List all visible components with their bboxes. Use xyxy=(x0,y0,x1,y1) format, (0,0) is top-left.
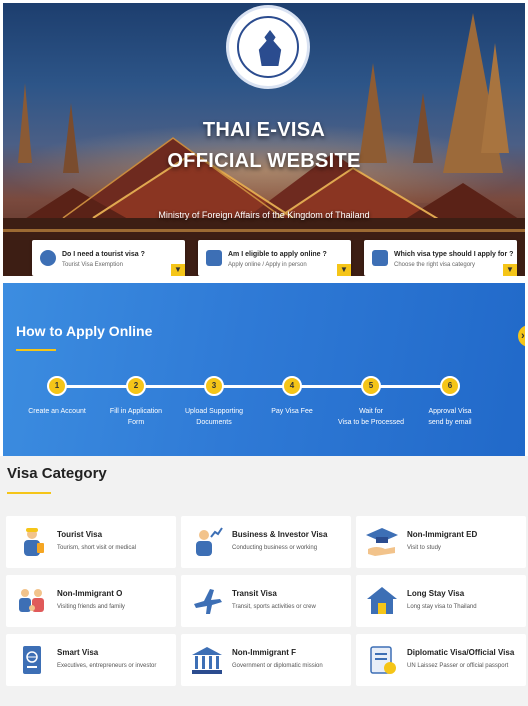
visa-name: Transit Visa xyxy=(232,589,277,598)
question-card-subtitle: Choose the right visa category xyxy=(394,262,476,268)
step-6-number: 6 xyxy=(440,376,460,396)
visa-name: Non-Immigrant O xyxy=(57,589,123,598)
hero-title-line2: OFFICIAL WEBSITE xyxy=(167,150,361,172)
question-card-visa-type[interactable]: Which visa type should I apply for ? Cho… xyxy=(364,240,517,276)
document-icon xyxy=(372,250,388,266)
visa-card-non-immigrant-f[interactable]: Non-Immigrant F Government or diplomatic… xyxy=(181,634,351,686)
visa-description: Visit to study xyxy=(407,545,441,551)
how-to-apply-section: How to Apply Online › 1 2 3 4 5 6 Create… xyxy=(3,283,525,456)
visa-description: Government or diplomatic mission xyxy=(232,663,323,669)
title-underline xyxy=(16,349,56,351)
visa-category-section: Visa Category Tourist Visa Tourism, shor… xyxy=(0,456,528,706)
hero-subtitle: Ministry of Foreign Affairs of the Kingd… xyxy=(158,210,370,220)
visa-name: Non-Immigrant ED xyxy=(407,530,478,539)
step-4-number: 4 xyxy=(282,376,302,396)
chevron-right-icon[interactable]: › xyxy=(518,325,525,347)
steps-connector-line xyxy=(58,385,453,388)
visa-description: Transit, sports activities or crew xyxy=(232,604,316,610)
visa-category-title: Visa Category xyxy=(7,465,107,482)
visa-card-non-immigrant-ed[interactable]: Non-Immigrant ED Visit to study xyxy=(356,516,526,568)
question-card-title: Which visa type should I apply for ? xyxy=(394,251,514,258)
visa-card-transit[interactable]: Transit Visa Transit, sports activities … xyxy=(181,575,351,627)
visa-name: Diplomatic Visa/Official Visa xyxy=(407,648,515,657)
question-card-eligibility[interactable]: Am I eligible to apply online ? Apply on… xyxy=(198,240,351,276)
business-icon xyxy=(196,527,223,556)
hero-title-line1: THAI E-VISA xyxy=(202,119,326,141)
question-card-subtitle: Apply online / Apply in person xyxy=(228,262,307,268)
question-card-tourist-visa[interactable]: Do I need a tourist visa ? Tourist Visa … xyxy=(32,240,185,276)
house-icon xyxy=(367,587,397,614)
visa-name: Tourist Visa xyxy=(57,530,103,539)
visa-description: Long stay visa to Thailand xyxy=(407,604,477,610)
chevron-down-icon[interactable]: ▼ xyxy=(503,264,517,276)
chevron-down-icon[interactable]: ▼ xyxy=(337,264,351,276)
visa-card-non-immigrant-o[interactable]: Non-Immigrant O Visiting friends and fam… xyxy=(6,575,176,627)
family-icon xyxy=(19,589,44,612)
question-card-subtitle: Tourist Visa Exemption xyxy=(62,262,123,268)
government-building-icon xyxy=(192,647,222,674)
tourist-icon xyxy=(24,528,44,556)
page: THAI E-VISA OFFICIAL WEBSITE Ministry of… xyxy=(0,0,528,706)
monitor-icon xyxy=(206,250,222,266)
step-2-number: 2 xyxy=(126,376,146,396)
title-underline xyxy=(7,492,51,494)
visa-card-smart[interactable]: Smart Visa Executives, entrepreneurs or … xyxy=(6,634,176,686)
visa-name: Non-Immigrant F xyxy=(232,648,296,657)
visa-name: Business & Investor Visa xyxy=(232,530,328,539)
visa-card-long-stay[interactable]: Long Stay Visa Long stay visa to Thailan… xyxy=(356,575,526,627)
visa-name: Long Stay Visa xyxy=(407,589,465,598)
visa-description: UN Laissez Passer or official passport xyxy=(407,663,509,669)
chevron-down-icon[interactable]: ▼ xyxy=(171,264,185,276)
visa-description: Visiting friends and family xyxy=(57,604,125,610)
visa-card-diplomatic-official[interactable]: Diplomatic Visa/Official Visa UN Laissez… xyxy=(356,634,526,686)
question-card-title: Am I eligible to apply online ? xyxy=(228,251,327,258)
visa-card-tourist[interactable]: Tourist Visa Tourism, short visit or med… xyxy=(6,516,176,568)
smart-passport-icon xyxy=(23,646,41,674)
graduation-cap-icon xyxy=(366,528,398,556)
step-1-number: 1 xyxy=(47,376,67,396)
visa-description: Tourism, short visit or medical xyxy=(57,545,137,551)
step-3-number: 3 xyxy=(204,376,224,396)
step-5-number: 5 xyxy=(361,376,381,396)
step-6-label: Approval Visa send by email xyxy=(428,408,472,426)
visa-card-business[interactable]: Business & Investor Visa Conducting busi… xyxy=(181,516,351,568)
passport-icon xyxy=(40,250,56,266)
question-card-title: Do I need a tourist visa ? xyxy=(62,251,145,258)
visa-description: Conducting business or working xyxy=(232,545,318,551)
airplane-icon xyxy=(194,589,222,614)
how-to-apply-title: How to Apply Online xyxy=(16,323,153,339)
hero-banner: THAI E-VISA OFFICIAL WEBSITE Ministry of… xyxy=(3,3,525,276)
visa-name: Smart Visa xyxy=(57,648,99,657)
royal-seal-logo xyxy=(226,5,310,89)
official-document-icon xyxy=(370,646,396,674)
visa-description: Executives, entrepreneurs or investor xyxy=(57,663,157,669)
